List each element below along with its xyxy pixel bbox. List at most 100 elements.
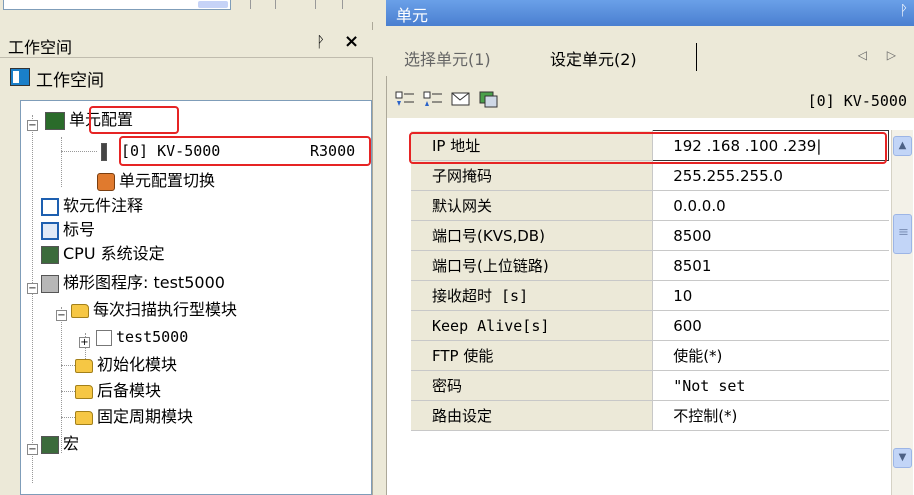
tree-label: 梯形图程序: test5000 (63, 273, 225, 292)
settings-row[interactable]: 密码 "Not set (411, 370, 889, 401)
setting-value[interactable]: 10 (652, 280, 889, 311)
ladder-icon (41, 274, 59, 293)
toolbar-tick (250, 0, 251, 9)
settings-grid: IP 地址 192 .168 .100 .239| 子网掩码 255.255.255… (411, 130, 889, 431)
expander-minus[interactable]: − (56, 310, 67, 321)
tree-item-scan-module[interactable]: 每次扫描执行型模块 (71, 298, 237, 322)
workspace-icon (10, 68, 30, 86)
settings-row[interactable]: FTP 使能 使能(*) (411, 340, 889, 371)
tree-line (61, 137, 62, 187)
monitor-icon[interactable] (479, 90, 499, 108)
tree-item-macro[interactable]: 宏 (41, 432, 79, 456)
highlight-ip-address (409, 132, 887, 164)
unit-title-bar: 单元 ᚹ (386, 0, 914, 26)
switch-icon (97, 172, 115, 191)
highlight-kv5000 (119, 136, 371, 166)
folder-icon (75, 410, 93, 425)
tree-line (61, 391, 75, 392)
settings-row[interactable]: 路由设定 不控制(*) (411, 400, 889, 431)
folder-icon (71, 303, 89, 318)
setting-name: 路由设定 (411, 400, 654, 431)
setting-name: 接收超时 [s] (411, 280, 654, 311)
settings-row[interactable]: 默认网关 0.0.0.0 (411, 190, 889, 221)
expand-tree-icon[interactable] (395, 90, 415, 108)
program-icon (96, 329, 112, 346)
pin-icon[interactable]: ᚹ (316, 33, 325, 51)
workspace-title-bar: 工作空间 ᚹ × (0, 30, 373, 58)
workspace-root[interactable]: 工作空间 (0, 62, 373, 92)
scroll-thumb[interactable] (893, 214, 912, 254)
setting-value[interactable]: "Not set (652, 370, 889, 401)
setting-name: 端口号(KVS,DB) (411, 220, 654, 251)
folder-icon (75, 358, 93, 373)
close-icon[interactable]: × (344, 31, 359, 52)
workspace-label: 工作空间 (36, 71, 104, 91)
setting-value[interactable]: 不控制(*) (652, 400, 889, 431)
toolbar-combo[interactable] (3, 0, 231, 10)
tree-item-unit-switch[interactable]: 单元配置切换 (97, 169, 215, 193)
settings-row[interactable]: 端口号(上位链路) 8501 (411, 250, 889, 281)
tree-item-label[interactable]: 标号 (41, 218, 95, 242)
tab-scroll-arrows[interactable]: ◁ ▷ (858, 48, 904, 62)
mail-icon[interactable] (451, 90, 471, 108)
toolbar-tick (315, 0, 316, 9)
tree-line (61, 417, 75, 418)
setting-value[interactable]: 0.0.0.0 (652, 190, 889, 221)
folder-icon (75, 384, 93, 399)
setting-value[interactable]: 600 (652, 310, 889, 341)
tab-set-unit[interactable]: 设定单元(2) (550, 46, 637, 70)
setting-name: 端口号(上位链路) (411, 250, 654, 281)
project-tree: − 单元配置 [0] KV-5000 R3000 单元配置切换 软元件注释 标号… (20, 100, 372, 495)
expander-minus[interactable]: − (27, 120, 38, 131)
tree-line (61, 365, 75, 366)
unit-settings-panel: [0] KV-5000 IP 地址 192 .168 .100 .239| 子网掩… (386, 76, 914, 495)
label-icon (41, 221, 59, 240)
expander-minus[interactable]: − (27, 283, 38, 294)
tab-separator (696, 43, 697, 71)
tree-line (32, 115, 33, 483)
setting-value[interactable]: 8501 (652, 250, 889, 281)
setting-name: FTP 使能 (411, 340, 654, 371)
setting-name: 子网掩码 (411, 160, 654, 191)
workspace-pane: 工作空间 ᚹ × 工作空间 − 单元配置 [0] KV-5000 R3000 单… (0, 0, 373, 495)
settings-toolbar: [0] KV-5000 (387, 76, 914, 118)
tree-label: 固定周期模块 (97, 407, 194, 426)
setting-name: 密码 (411, 370, 654, 401)
tree-item-device-comment[interactable]: 软元件注释 (41, 194, 143, 218)
tree-item-fixed-cycle[interactable]: 固定周期模块 (75, 405, 193, 429)
scroll-up-icon[interactable]: ▲ (893, 136, 912, 156)
cpu-icon (41, 245, 59, 264)
setting-name: 默认网关 (411, 190, 654, 221)
comment-icon (41, 197, 59, 216)
tree-label: 软元件注释 (63, 196, 144, 215)
setting-name: Keep Alive[s] (411, 310, 654, 341)
expander-plus[interactable]: + (79, 337, 90, 348)
setting-value[interactable]: 255.255.255.0 (652, 160, 889, 191)
tree-item-backup-module[interactable]: 后备模块 (75, 379, 161, 403)
combo-scroll[interactable] (198, 1, 228, 8)
settings-row[interactable]: 端口号(KVS,DB) 8500 (411, 220, 889, 251)
tree-label: 初始化模块 (97, 355, 178, 374)
settings-row[interactable]: 接收超时 [s] 10 (411, 280, 889, 311)
scroll-down-icon[interactable]: ▼ (893, 448, 912, 468)
pin-icon[interactable]: ᚹ (900, 3, 908, 19)
tab-select-unit[interactable]: 选择单元(1) (404, 46, 491, 70)
tab-bar: 选择单元(1) 设定单元(2) ◁ ▷ (386, 38, 914, 76)
tree-line (61, 151, 97, 152)
tree-label: CPU 系统设定 (63, 244, 165, 263)
settings-row[interactable]: Keep Alive[s] 600 (411, 310, 889, 341)
tree-item-init-module[interactable]: 初始化模块 (75, 353, 177, 377)
settings-row[interactable]: 子网掩码 255.255.255.0 (411, 160, 889, 191)
workspace-title: 工作空间 (8, 38, 73, 57)
tree-item-cpu-setting[interactable]: CPU 系统设定 (41, 242, 165, 266)
tree-label: 每次扫描执行型模块 (93, 300, 238, 319)
vertical-scrollbar[interactable]: ▲ ▼ (891, 130, 913, 495)
setting-value[interactable]: 8500 (652, 220, 889, 251)
collapse-tree-icon[interactable] (423, 90, 443, 108)
setting-value[interactable]: 使能(*) (652, 340, 889, 371)
tree-item-test5000[interactable]: test5000 (96, 325, 188, 349)
toolbar-tick (275, 0, 276, 9)
unit-title: 单元 (396, 6, 429, 25)
tree-item-ladder[interactable]: 梯形图程序: test5000 (41, 271, 225, 295)
expander-minus[interactable]: − (27, 444, 38, 455)
